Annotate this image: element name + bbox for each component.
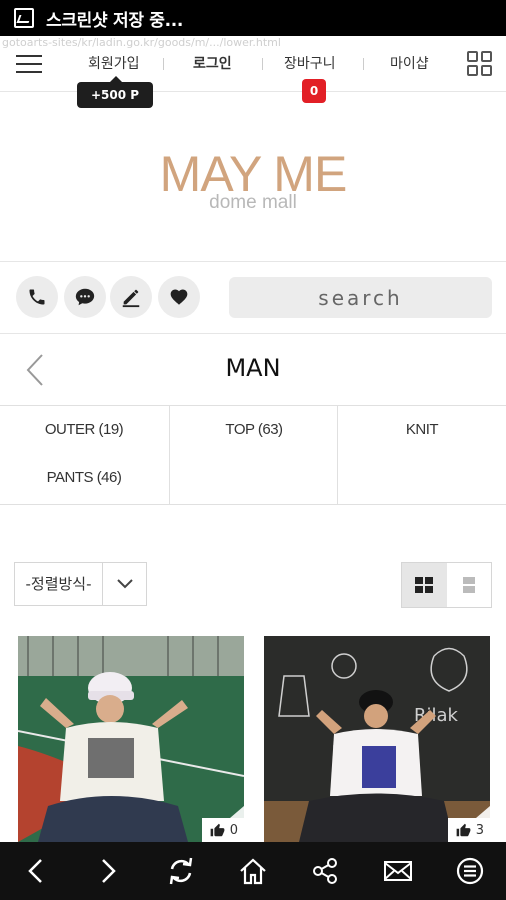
divider (0, 333, 506, 334)
back-icon (28, 859, 43, 883)
like-count-value: 3 (475, 822, 484, 838)
thumbs-up-icon (456, 823, 471, 837)
like-count-value: 0 (229, 822, 238, 838)
corner-fold (476, 806, 490, 818)
product-image: Rilak (264, 636, 490, 842)
like-count[interactable]: 3 (447, 818, 490, 842)
home-icon (240, 858, 266, 885)
refresh-button[interactable] (159, 849, 203, 893)
menu-button[interactable] (448, 849, 492, 893)
mail-button[interactable] (376, 849, 420, 893)
status-bar: 스크린샷 저장 중... (0, 0, 506, 36)
category-pants[interactable]: PANTS (46) (0, 469, 168, 486)
category-knit[interactable]: KNIT (338, 421, 506, 438)
bottom-toolbar (0, 842, 506, 900)
phone-icon (29, 289, 45, 305)
grid-view-icon (415, 577, 434, 593)
category-top[interactable]: TOP (63) (170, 421, 338, 438)
point-badge: +500 P (77, 76, 153, 108)
category-outer[interactable]: OUTER (19) (0, 421, 168, 438)
write-button[interactable] (110, 276, 152, 318)
view-toggle (401, 562, 492, 608)
search-input[interactable] (229, 277, 492, 318)
share-icon (313, 858, 338, 884)
screenshot-icon (14, 8, 34, 28)
wishlist-button[interactable] (158, 276, 200, 318)
url-ghost-text: gotoarts-sites/kr/ladin.go.kr/goods/m/..… (2, 36, 281, 49)
back-button[interactable] (14, 849, 58, 893)
like-count[interactable]: 0 (201, 818, 244, 842)
menu-icon[interactable] (16, 55, 42, 73)
divider (0, 261, 506, 262)
product-card[interactable]: 0 (18, 636, 244, 842)
home-button[interactable] (231, 849, 275, 893)
nav-link-login[interactable]: 로그인 (193, 53, 232, 73)
sort-select[interactable]: -정렬방식- (14, 562, 147, 606)
notification-text: 스크린샷 저장 중... (46, 10, 184, 31)
nav-link-signup[interactable]: 회원가입 (88, 53, 140, 73)
product-image (18, 636, 244, 842)
cart-count-badge: 0 (302, 79, 326, 103)
corner-fold (230, 806, 244, 818)
nav-separator (363, 58, 364, 70)
category-grid: OUTER (19) TOP (63) KNIT PANTS (46) (0, 405, 506, 505)
nav-separator (262, 58, 263, 70)
top-nav: gotoarts-sites/kr/ladin.go.kr/goods/m/..… (0, 36, 506, 92)
list-view-icon (462, 577, 475, 593)
pencil-icon (122, 289, 140, 308)
chat-icon (75, 288, 95, 306)
page-title: MAN (225, 354, 281, 382)
nav-separator (163, 58, 164, 70)
grid-view-button[interactable] (402, 563, 447, 607)
logo-sub-text: dome mall (209, 192, 297, 213)
product-card[interactable]: Rilak 3 (264, 636, 490, 842)
nav-link-myshop[interactable]: 마이샵 (390, 53, 429, 73)
share-button[interactable] (303, 849, 347, 893)
thumbs-up-icon (210, 823, 225, 837)
forward-icon (102, 859, 117, 883)
heart-icon (170, 289, 188, 305)
forward-button[interactable] (86, 849, 130, 893)
refresh-icon (169, 857, 192, 885)
site-logo[interactable]: MAY ME dome mall (0, 148, 506, 212)
grid-menu-icon[interactable] (467, 51, 493, 77)
list-view-button[interactable] (447, 563, 492, 607)
chevron-down-icon (116, 579, 133, 589)
chat-button[interactable] (64, 276, 106, 318)
phone-button[interactable] (16, 276, 58, 318)
menu-circle-icon (456, 857, 483, 885)
nav-link-cart[interactable]: 장바구니 (284, 53, 336, 73)
sort-selected-value: -정렬방식- (15, 563, 103, 605)
mail-icon (383, 861, 412, 881)
